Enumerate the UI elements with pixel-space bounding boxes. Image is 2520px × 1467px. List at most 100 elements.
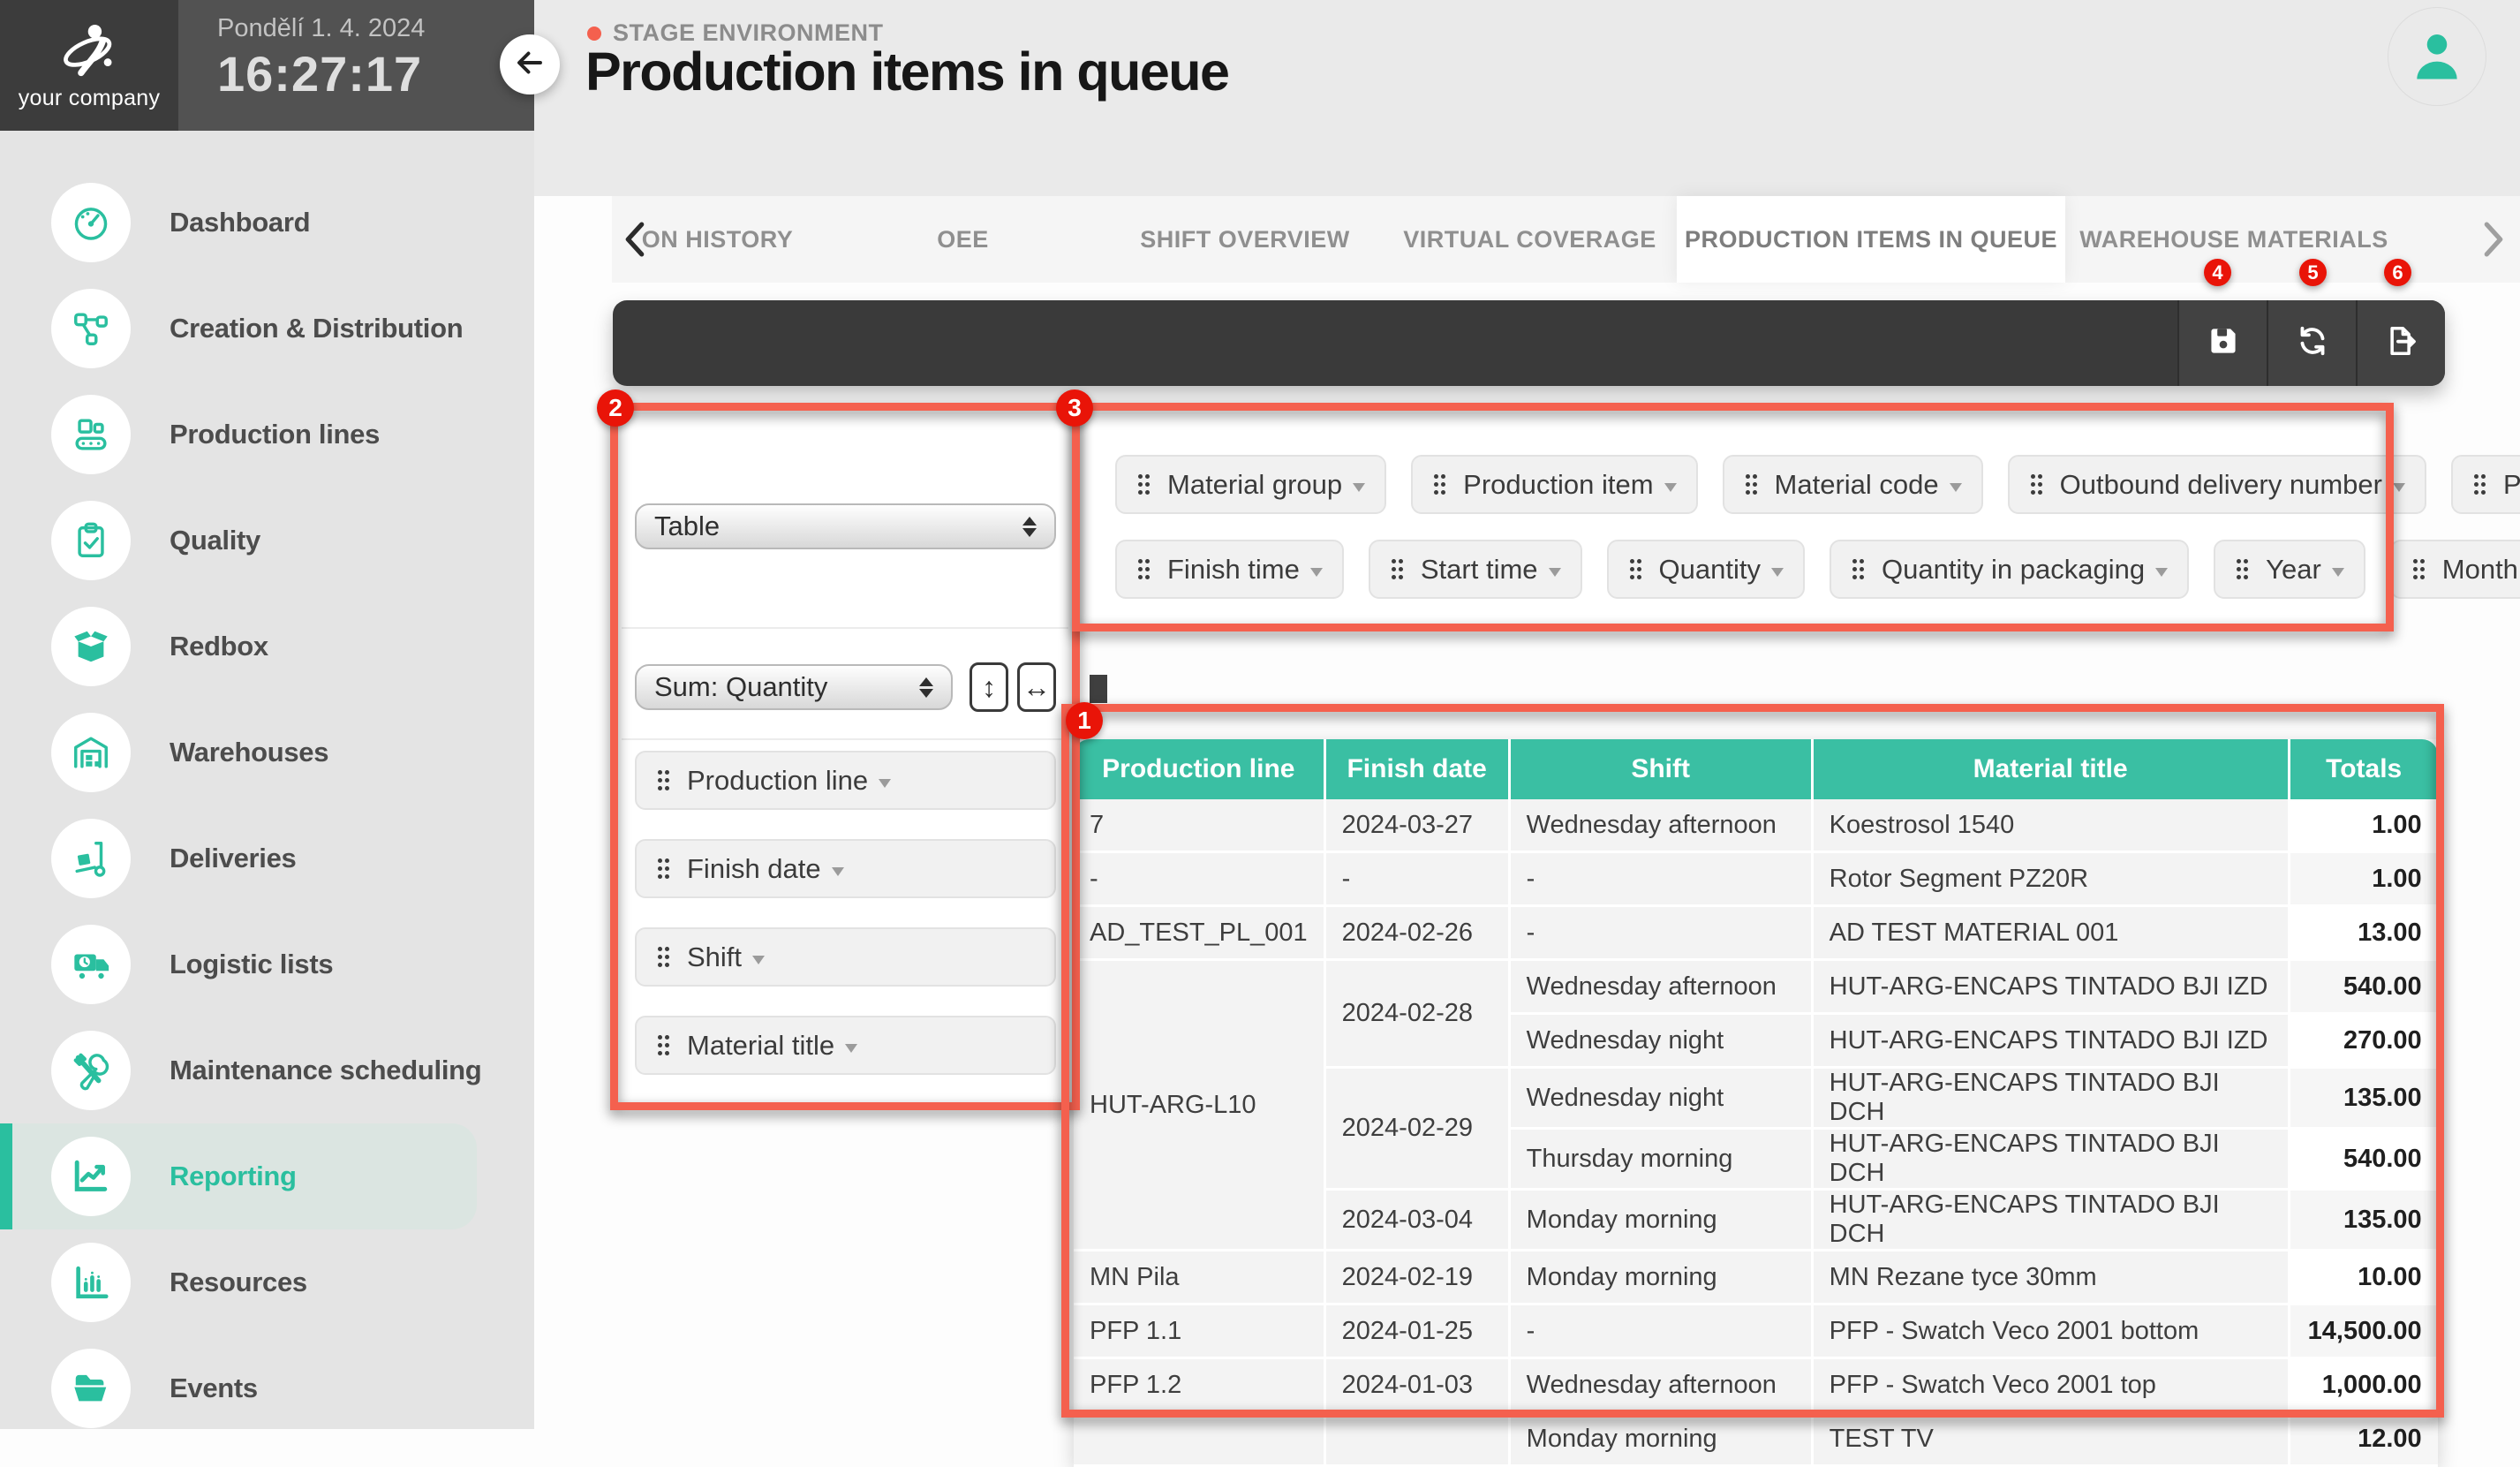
user-icon <box>2408 26 2466 88</box>
chevron-down-icon[interactable] <box>1549 568 1561 577</box>
tab-production-items-in-queue[interactable]: PRODUCTION ITEMS IN QUEUE <box>1677 196 2065 283</box>
field-chip-quantity-in-packaging[interactable]: Quantity in packaging <box>1830 540 2189 599</box>
tab-virtual-coverage[interactable]: VIRTUAL COVERAGE <box>1386 196 1673 283</box>
tab-oee[interactable]: OEE <box>864 196 1062 283</box>
chevron-right-icon <box>2482 222 2505 257</box>
chevron-down-icon[interactable] <box>879 779 891 788</box>
table-row: Monday morningTEST TV12.00 <box>1074 1413 2438 1467</box>
renderer-select[interactable]: Table <box>635 503 1056 549</box>
chevron-down-icon[interactable] <box>1310 568 1323 577</box>
aggregator-select[interactable]: Sum: Quantity <box>635 664 953 710</box>
drag-handle-icon[interactable] <box>656 1033 671 1057</box>
tab-label: VIRTUAL COVERAGE <box>1403 226 1656 253</box>
chevron-down-icon[interactable] <box>845 1044 857 1053</box>
field-chip-start-time[interactable]: Start time <box>1369 540 1582 599</box>
drag-handle-icon[interactable] <box>1628 557 1643 581</box>
sidebar-item-creation-distribution[interactable]: Creation & Distribution <box>0 276 534 382</box>
user-profile-button[interactable] <box>2388 7 2486 106</box>
drag-handle-icon[interactable] <box>2411 557 2426 581</box>
drag-handle-icon[interactable] <box>656 857 671 881</box>
sidebar-item-production-lines[interactable]: Production lines <box>0 382 534 488</box>
table-cell: 2024-01-25 <box>1326 1305 1511 1359</box>
sidebar-item-redbox[interactable]: Redbox <box>0 594 534 699</box>
tab-label: PRODUCTION ITEMS IN QUEUE <box>1685 226 2057 253</box>
table-header-row: Production lineFinish dateShiftMaterial … <box>1074 739 2438 799</box>
open-box-icon <box>51 607 131 686</box>
chevron-down-icon[interactable] <box>2332 568 2344 577</box>
select-arrows-icon <box>919 677 933 698</box>
drag-handle-icon[interactable] <box>1136 557 1151 581</box>
sidebar-item-resources[interactable]: Resources <box>0 1229 534 1335</box>
report-tabs: ON HISTORY OEE SHIFT OVERVIEW VIRTUAL COVER… <box>612 196 2520 283</box>
drag-handle-icon[interactable] <box>2472 473 2487 496</box>
drag-handle-icon[interactable] <box>1432 473 1447 496</box>
table-cell: 2024-01-03 <box>1326 1359 1511 1413</box>
chevron-down-icon[interactable] <box>1950 483 1962 492</box>
sidebar-item-deliveries[interactable]: Deliveries <box>0 805 534 911</box>
sidebar-item-events[interactable]: Events <box>0 1335 534 1441</box>
table-cell: - <box>1326 853 1511 907</box>
field-chip-shift[interactable]: Shift <box>635 927 1056 987</box>
drag-handle-icon[interactable] <box>2235 557 2250 581</box>
field-chip-quantity[interactable]: Quantity <box>1607 540 1805 599</box>
sort-columns-button[interactable]: ↔ <box>1017 662 1056 712</box>
table-total-cell: 270.00 <box>2290 1015 2438 1069</box>
tab-shift-overview[interactable]: SHIFT OVERVIEW <box>1108 196 1382 283</box>
sidebar-item-quality[interactable]: Quality <box>0 488 534 594</box>
drag-handle-icon[interactable] <box>656 945 671 969</box>
drag-handle-icon[interactable] <box>1136 473 1151 496</box>
tab-warehouse-materials[interactable]: WAREHOUSE MATERIALS <box>2071 196 2397 283</box>
drag-handle-icon[interactable] <box>1851 557 1866 581</box>
field-chip-finish-time[interactable]: Finish time <box>1115 540 1344 599</box>
field-chip-production-time[interactable]: Production time <box>2451 455 2520 514</box>
refresh-button[interactable] <box>2267 300 2356 386</box>
sidebar-item-warehouses[interactable]: Warehouses <box>0 699 534 805</box>
drag-handle-icon[interactable] <box>2029 473 2044 496</box>
company-logo[interactable]: your company <box>0 0 178 131</box>
drag-handle-icon[interactable] <box>656 768 671 792</box>
chevron-down-icon[interactable] <box>832 867 844 876</box>
drag-handle-icon[interactable] <box>1390 557 1405 581</box>
tabs-scroll-right-button[interactable] <box>2474 196 2513 283</box>
renderer-select-value: Table <box>654 510 720 542</box>
sidebar-item-logistic-lists[interactable]: Logistic lists <box>0 911 534 1017</box>
chevron-down-icon[interactable] <box>1664 483 1677 492</box>
table-cell: HUT-ARG-ENCAPS TINTADO BJI IZD <box>1814 1015 2290 1069</box>
table-cell: HUT-ARG-ENCAPS TINTADO BJI IZD <box>1814 961 2290 1015</box>
tab-on-history[interactable]: ON HISTORY <box>618 196 817 283</box>
field-chip-month[interactable]: Month <box>2390 540 2520 599</box>
drag-handle-icon[interactable] <box>1744 473 1759 496</box>
field-chip-year[interactable]: Year <box>2214 540 2365 599</box>
table-cell: HUT-ARG-ENCAPS TINTADO BJI DCH <box>1814 1191 2290 1251</box>
save-button[interactable] <box>2177 300 2267 386</box>
clock-panel: Pondělí 1. 4. 2024 16:27:17 <box>178 0 534 131</box>
export-button[interactable] <box>2356 300 2445 386</box>
column-header-finish-date: Finish date <box>1326 739 1511 799</box>
field-chip-production-item[interactable]: Production item <box>1411 455 1697 514</box>
field-chip-material-group[interactable]: Material group <box>1115 455 1386 514</box>
chevron-down-icon[interactable] <box>2155 568 2168 577</box>
drag-handle-mark[interactable] <box>1090 675 1107 703</box>
sort-rows-button[interactable]: ↕ <box>970 662 1008 712</box>
chevron-down-icon[interactable] <box>1771 568 1784 577</box>
field-chip-material-title[interactable]: Material title <box>635 1016 1056 1075</box>
field-chip-outbound-delivery-number[interactable]: Outbound delivery number <box>2008 455 2426 514</box>
field-chip-finish-date[interactable]: Finish date <box>635 839 1056 898</box>
back-button[interactable] <box>500 34 560 95</box>
page-header: STAGE ENVIRONMENT Production items in qu… <box>534 0 2520 196</box>
field-chip-material-code[interactable]: Material code <box>1723 455 1983 514</box>
table-cell: AD TEST MATERIAL 001 <box>1814 907 2290 961</box>
chevron-down-icon[interactable] <box>752 956 765 964</box>
field-chip-label: Material title <box>687 1030 834 1062</box>
field-chip-label: Shift <box>687 941 742 973</box>
table-total-cell: 1,000.00 <box>2290 1359 2438 1413</box>
field-chip-production-line[interactable]: Production line <box>635 751 1056 810</box>
chevron-down-icon[interactable] <box>1353 483 1365 492</box>
sidebar-item-dashboard[interactable]: Dashboard <box>0 170 534 276</box>
sidebar-item-reporting[interactable]: Reporting <box>0 1123 477 1229</box>
table-cell: Rotor Segment PZ20R <box>1814 853 2290 907</box>
sidebar-item-maintenance-scheduling[interactable]: Maintenance scheduling <box>0 1017 534 1123</box>
truck-icon <box>51 925 131 1004</box>
chevron-down-icon[interactable] <box>2393 483 2405 492</box>
sidebar-item-label: Dashboard <box>170 207 310 238</box>
